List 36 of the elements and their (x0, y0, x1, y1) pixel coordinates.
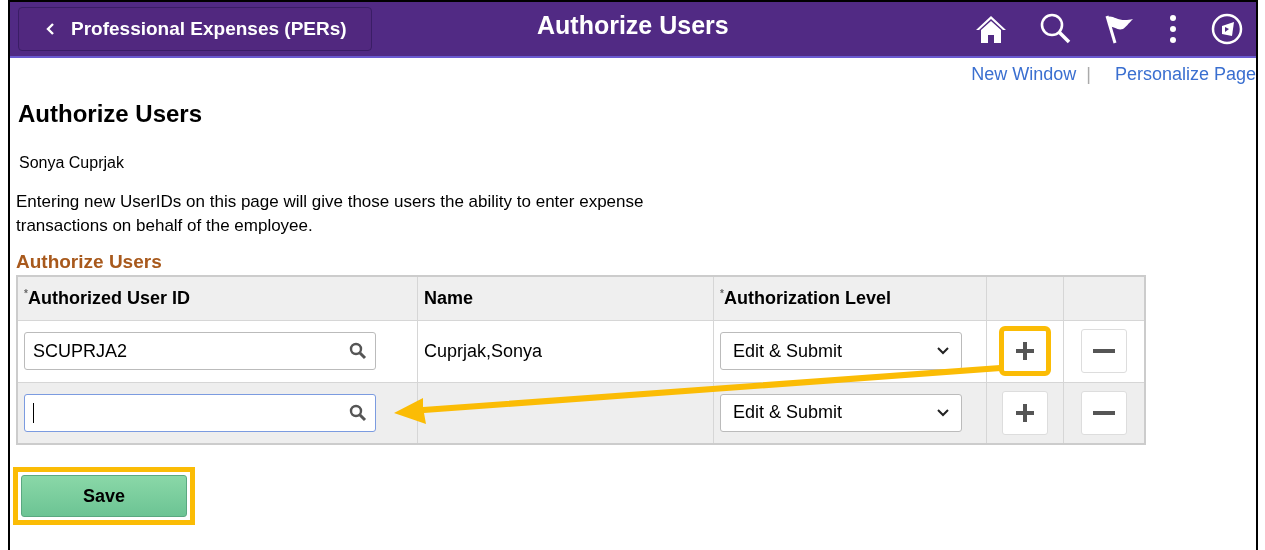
home-icon[interactable] (974, 13, 1008, 45)
plus-icon (1015, 402, 1035, 423)
chevron-down-icon (937, 408, 949, 417)
user-id-field[interactable]: SCUPRJA2 (24, 332, 376, 370)
required-mark: * (24, 287, 28, 299)
employee-name: Sonya Cuprjak (19, 154, 125, 172)
chevron-left-icon (45, 22, 57, 36)
search-icon[interactable] (349, 342, 367, 360)
add-row-button[interactable] (1002, 329, 1048, 373)
save-button[interactable]: Save (21, 475, 187, 517)
personalize-page-link[interactable]: Personalize Page (1114, 63, 1256, 85)
chevron-down-icon (937, 347, 949, 355)
delete-row-button[interactable] (1081, 390, 1127, 435)
page-title: Authorize Users (18, 100, 204, 128)
delete-row-button[interactable] (1081, 329, 1127, 373)
required-mark: * (720, 287, 724, 299)
page-header-title: Authorize Users (537, 10, 729, 40)
authorization-level-dropdown[interactable]: Edit & Submit (720, 393, 962, 432)
search-icon[interactable] (1038, 12, 1072, 46)
column-header: Authorized User ID (27, 287, 190, 308)
back-button[interactable]: Professional Expenses (PERs) (18, 7, 372, 51)
search-icon[interactable] (349, 403, 367, 422)
compass-icon[interactable] (1210, 12, 1244, 46)
add-row-button[interactable] (1002, 390, 1048, 435)
column-header: Name (424, 287, 474, 308)
description-text: Entering new UserIDs on this page will give those users the ability to enter expense transactions on behalf of the employee. (16, 191, 645, 237)
minus-icon (1093, 409, 1115, 416)
user-id-field[interactable] (24, 393, 376, 432)
authorization-level-dropdown[interactable]: Edit & Submit (720, 332, 962, 370)
name-cell: Cuprjak,Sonya (424, 340, 543, 361)
column-header: Authorization Level (723, 287, 891, 308)
link-separator: | (1086, 63, 1091, 85)
section-title: Authorize Users (16, 251, 163, 273)
new-window-link[interactable]: New Window (971, 63, 1077, 85)
plus-icon (1015, 341, 1035, 361)
minus-icon (1093, 348, 1115, 354)
